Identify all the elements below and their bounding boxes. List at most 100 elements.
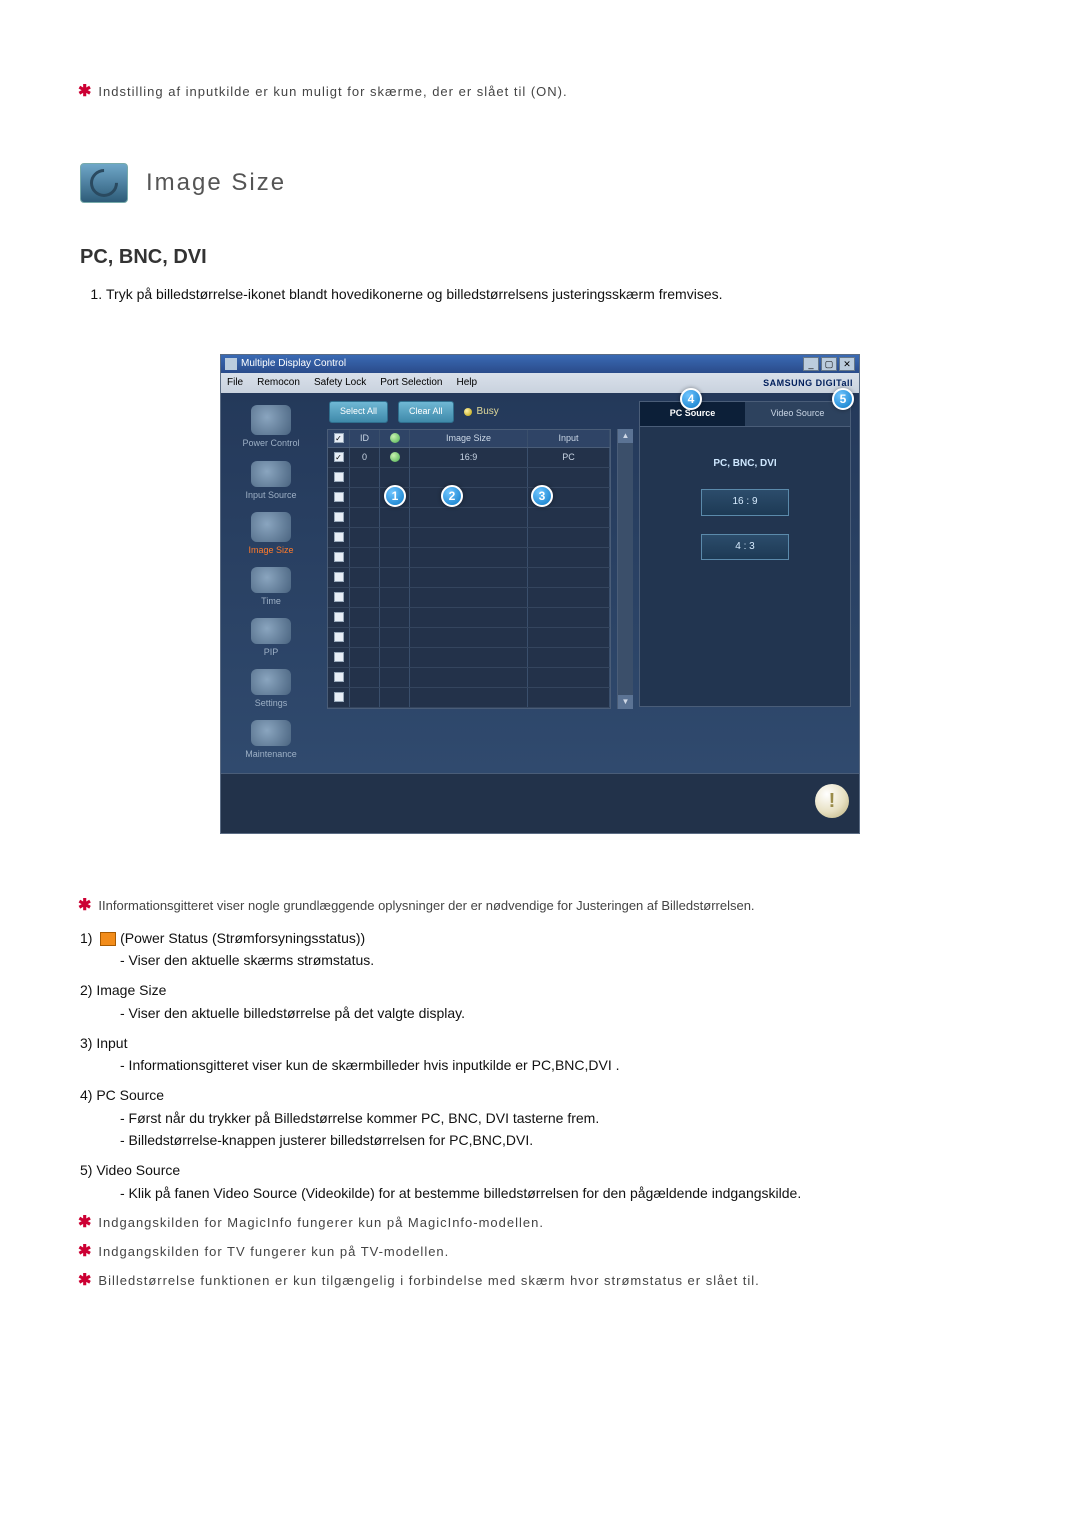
col-image-size: Image Size <box>410 430 528 447</box>
table-row[interactable] <box>328 508 610 528</box>
table-row[interactable] <box>328 668 610 688</box>
desc-text-0: IInformationsgitteret viser nogle grundl… <box>98 898 754 913</box>
table-row[interactable] <box>328 688 610 708</box>
table-row[interactable] <box>328 608 610 628</box>
row-check[interactable] <box>334 672 344 682</box>
table-row[interactable] <box>328 548 610 568</box>
row-check[interactable] <box>334 492 344 502</box>
table-scrollbar[interactable]: ▲ ▼ <box>617 429 633 709</box>
image-size-icon <box>80 163 128 203</box>
table-row[interactable] <box>328 488 610 508</box>
desc-num-4: 4) <box>80 1087 92 1103</box>
alert-icon: ! <box>815 784 849 818</box>
input-source-icon[interactable] <box>251 461 291 487</box>
select-all-button[interactable]: Select All <box>329 401 388 422</box>
cell-id: 0 <box>350 448 380 467</box>
row-check[interactable] <box>334 552 344 562</box>
scroll-up-icon[interactable]: ▲ <box>618 429 633 443</box>
table-row[interactable]: 0 16:9 PC <box>328 448 610 468</box>
sidebar-input[interactable]: Input Source <box>245 489 296 502</box>
desc-title-3: Input <box>96 1035 127 1051</box>
row-check[interactable] <box>334 472 344 482</box>
desc-2: 2) Image Size <box>80 980 1000 1000</box>
sidebar-settings[interactable]: Settings <box>255 697 288 710</box>
sidebar-maintenance[interactable]: Maintenance <box>245 748 297 761</box>
table-wrap: ID Image Size Input 0 16:9 PC <box>321 427 639 715</box>
desc-title-5: Video Source <box>96 1162 180 1178</box>
star-icon: ✱ <box>78 1272 92 1289</box>
power-status-on-icon <box>390 452 400 462</box>
desc-num-1: 1) <box>80 930 92 946</box>
table-row[interactable] <box>328 468 610 488</box>
row-check[interactable] <box>334 532 344 542</box>
control-row: Select All Clear All Busy <box>321 393 639 426</box>
pane-heading: PC, BNC, DVI <box>713 457 776 472</box>
menu-safety-lock[interactable]: Safety Lock <box>314 376 366 391</box>
scroll-down-icon[interactable]: ▼ <box>618 695 633 709</box>
sidebar-time[interactable]: Time <box>261 595 281 608</box>
row-check[interactable] <box>334 592 344 602</box>
intro-text: Tryk på billedstørrelse-ikonet blandt ho… <box>106 286 723 302</box>
desc-5-sub: - Klik på fanen Video Source (Videokilde… <box>80 1183 1000 1203</box>
foot-2: ✱Indgangskilden for TV fungerer kun på T… <box>80 1240 1000 1263</box>
table-row[interactable] <box>328 648 610 668</box>
top-note-text: Indstilling af inputkilde er kun muligt … <box>98 84 567 99</box>
sidebar: Power Control Input Source Image Size Ti… <box>221 393 321 773</box>
menu-remocon[interactable]: Remocon <box>257 376 300 391</box>
foot-1: ✱ Indgangskilden for MagicInfo fungerer k… <box>80 1211 1000 1234</box>
pip-icon[interactable] <box>251 618 291 644</box>
power-status-header-icon <box>390 433 400 443</box>
table-header: ID Image Size Input <box>328 430 610 448</box>
desc-3-sub: - Informationsgitteret viser kun de skær… <box>80 1055 1000 1075</box>
row-check[interactable] <box>334 512 344 522</box>
desc-title-4: PC Source <box>96 1087 164 1103</box>
table-row[interactable] <box>328 528 610 548</box>
sidebar-image-size[interactable]: Image Size <box>248 544 293 557</box>
info-grid: ID Image Size Input 0 16:9 PC <box>327 429 611 709</box>
menu-port-selection[interactable]: Port Selection <box>380 376 442 391</box>
time-icon[interactable] <box>251 567 291 593</box>
source-tabs: PC Source Video Source 4 5 <box>639 401 851 426</box>
image-size-pane: PC, BNC, DVI 16 : 9 4 : 3 <box>639 427 851 707</box>
header-check-icon[interactable] <box>334 433 344 443</box>
settings-icon[interactable] <box>251 669 291 695</box>
subheading: PC, BNC, DVI <box>80 243 1000 272</box>
maximize-button[interactable]: ▢ <box>821 357 837 371</box>
ratio-16-9-button[interactable]: 16 : 9 <box>701 489 789 516</box>
row-check[interactable] <box>334 632 344 642</box>
sidebar-pip[interactable]: PIP <box>264 646 279 659</box>
maintenance-icon[interactable] <box>251 720 291 746</box>
desc-num-3: 3) <box>80 1035 92 1051</box>
ratio-4-3-button[interactable]: 4 : 3 <box>701 534 789 561</box>
row-check[interactable] <box>334 612 344 622</box>
star-icon: ✱ <box>78 897 92 914</box>
desc-4-sub-b: - Billedstørrelse-knappen justerer bille… <box>80 1130 1000 1150</box>
heading-text: Image Size <box>146 166 286 201</box>
table-row[interactable] <box>328 628 610 648</box>
row-check[interactable] <box>334 452 344 462</box>
top-note: ✱Indstilling af inputkilde er kun muligt… <box>80 80 1000 103</box>
desc-1-sub: - Viser den aktuelle skærms strømstatus. <box>80 950 1000 970</box>
row-check[interactable] <box>334 692 344 702</box>
desc-5: 5) Video Source <box>80 1160 1000 1180</box>
power-control-icon[interactable] <box>251 405 291 435</box>
close-button[interactable]: ✕ <box>839 357 855 371</box>
menu-help[interactable]: Help <box>456 376 477 391</box>
table-row[interactable] <box>328 588 610 608</box>
image-size-side-icon[interactable] <box>251 512 291 542</box>
minimize-button[interactable]: _ <box>803 357 819 371</box>
foot-3-text: Billedstørrelse funktionen er kun tilgæn… <box>98 1273 759 1288</box>
row-check[interactable] <box>334 572 344 582</box>
menu-file[interactable]: File <box>227 376 243 391</box>
row-check[interactable] <box>334 652 344 662</box>
col-id: ID <box>350 430 380 447</box>
star-icon: ✱ <box>78 1214 92 1231</box>
sidebar-power[interactable]: Power Control <box>242 437 299 450</box>
desc-4-sub-a: - Først når du trykker på Billedstørrels… <box>80 1108 1000 1128</box>
mdc-window: Multiple Display Control _ ▢ ✕ File Remo… <box>220 354 860 834</box>
star-icon: ✱ <box>78 1243 92 1260</box>
clear-all-button[interactable]: Clear All <box>398 401 454 422</box>
desc-num-5: 5) <box>80 1162 92 1178</box>
foot-1-text: Indgangskilden for MagicInfo fungerer ku… <box>98 1215 544 1230</box>
table-row[interactable] <box>328 568 610 588</box>
